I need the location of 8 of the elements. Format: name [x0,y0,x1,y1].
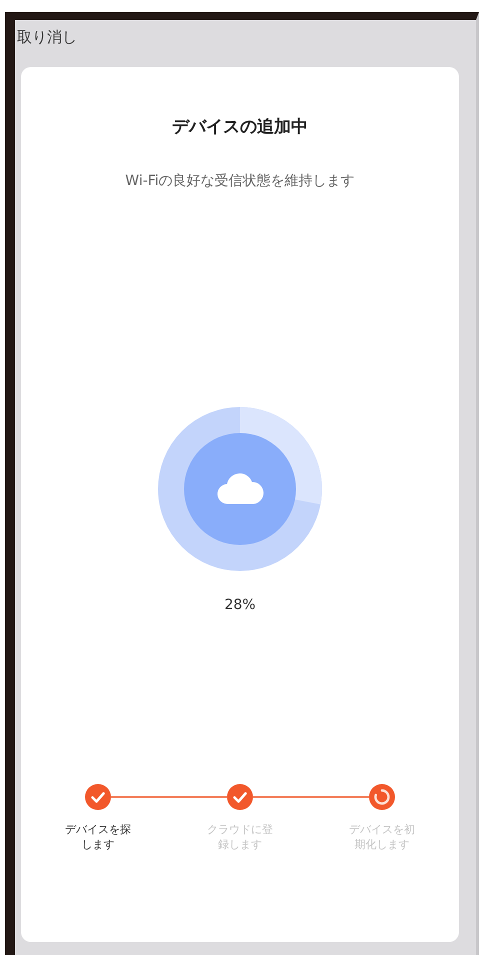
cloud-icon [216,471,264,505]
step-label: デバイスを探します [64,822,132,852]
step-label: デバイスを初期化します [348,822,416,852]
cancel-link[interactable]: 取り消し [17,28,77,47]
progress-percent: 28% [224,597,256,613]
step-label: クラウドに登録します [206,822,274,852]
page-title: デバイスの追加中 [172,116,308,138]
hint-text: Wi-Fiの良好な受信状態を維持します [125,172,355,190]
